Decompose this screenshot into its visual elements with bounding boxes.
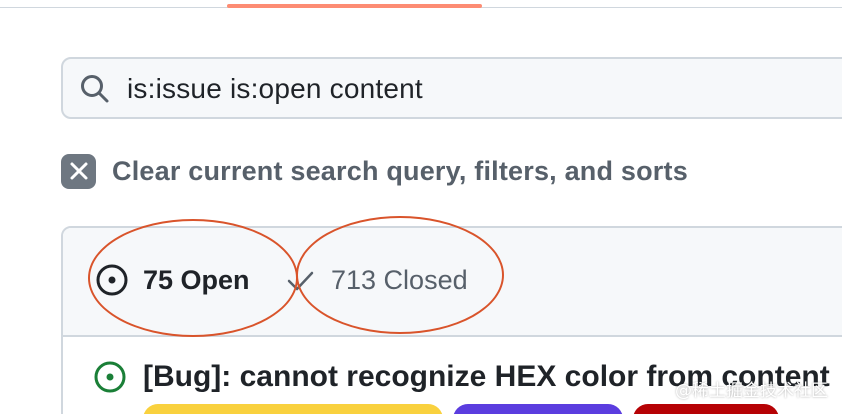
issue-label[interactable] (633, 404, 779, 414)
active-tab-indicator (227, 4, 482, 8)
clear-filters-label: Clear current search query, filters, and… (112, 155, 688, 186)
clear-filters-button[interactable]: Clear current search query, filters, and… (61, 153, 688, 189)
issue-label[interactable] (143, 404, 443, 414)
issues-list-header: 75 Open 713 Closed (63, 228, 842, 337)
search-icon (79, 73, 111, 105)
open-issues-count: 75 Open (143, 264, 250, 295)
open-issues-tab[interactable]: 75 Open (95, 263, 250, 297)
search-input[interactable]: is:issue is:open content (61, 57, 842, 119)
check-icon (285, 263, 315, 297)
issue-label[interactable] (453, 404, 623, 414)
closed-issues-tab[interactable]: 713 Closed (285, 263, 468, 297)
search-query: is:issue is:open content (127, 73, 423, 104)
watermark: @稀土掘金技术社区 (675, 381, 828, 401)
issue-opened-icon (95, 263, 129, 297)
close-icon (61, 153, 96, 189)
issues-page: is:issue is:open content Clear current s… (0, 0, 842, 414)
issue-opened-icon (93, 360, 127, 394)
closed-issues-count: 713 Closed (331, 264, 468, 295)
issue-row: [Bug]: cannot recognize HEX color from c… (61, 335, 842, 414)
